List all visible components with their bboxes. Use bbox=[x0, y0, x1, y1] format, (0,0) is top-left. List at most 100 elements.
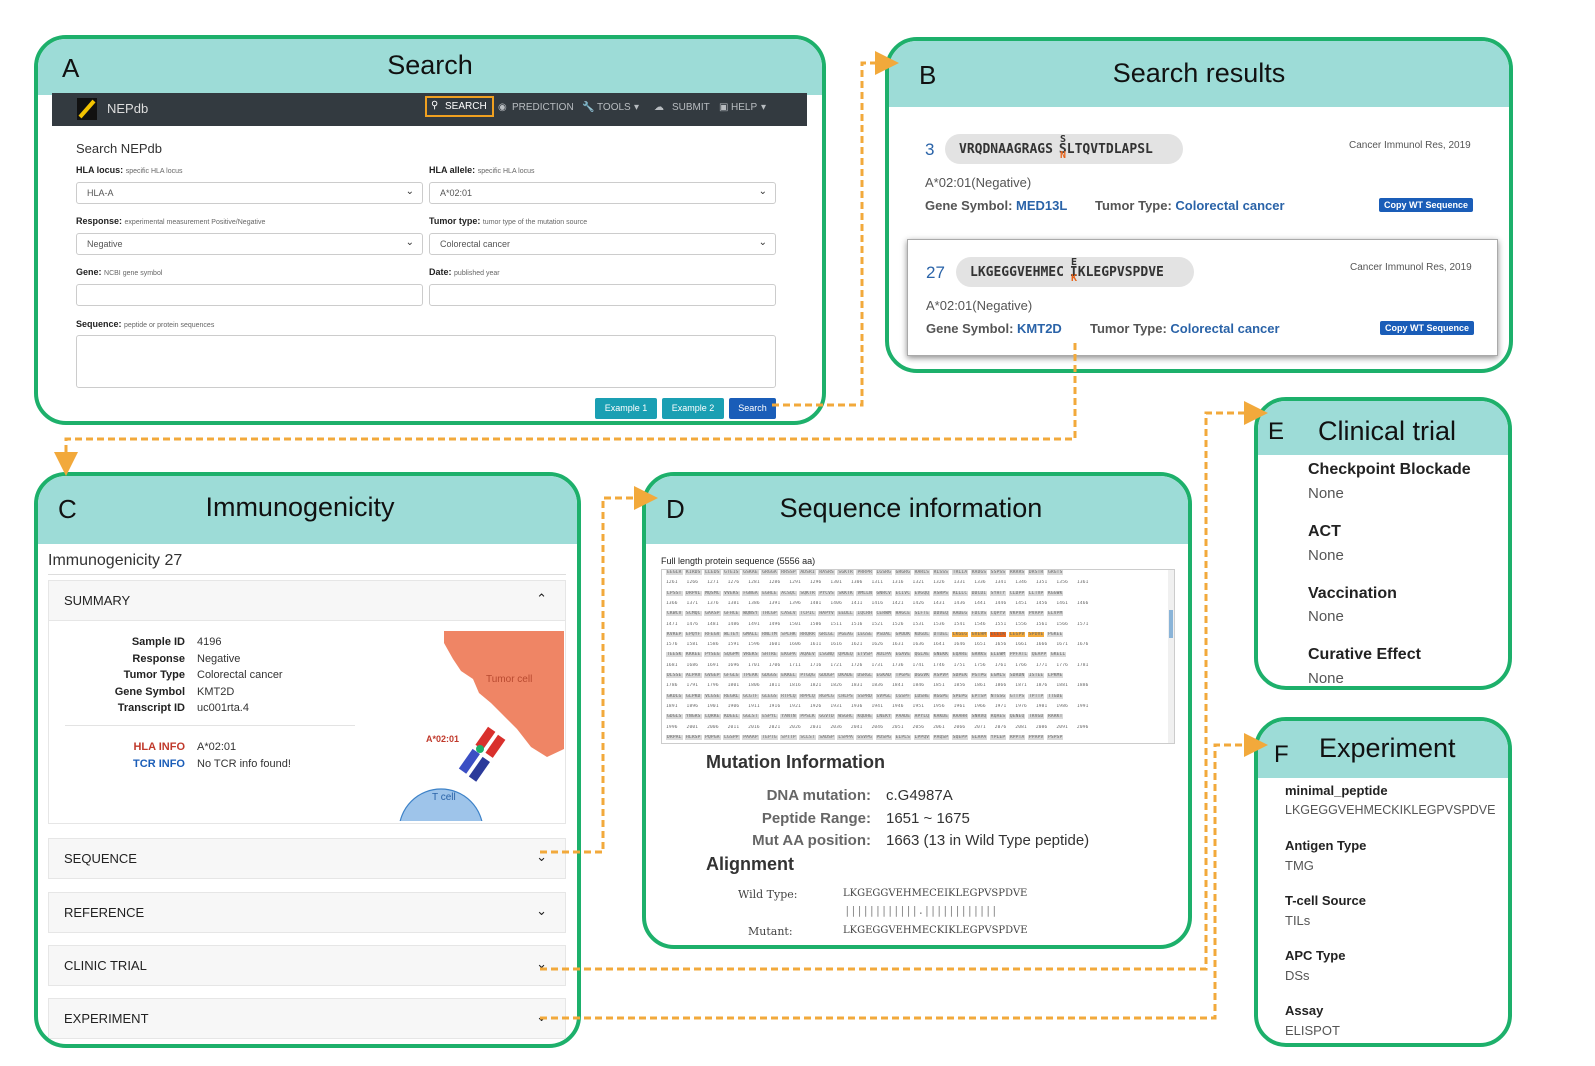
sequence-block: TTGDE bbox=[1046, 693, 1064, 699]
sequence-block: VMLLN bbox=[856, 590, 874, 596]
sequence-block: GNEKK bbox=[932, 652, 950, 658]
panel-letter: F bbox=[1274, 741, 1289, 768]
gene-input[interactable] bbox=[76, 284, 423, 306]
sequence-block: ELPLS bbox=[894, 734, 912, 740]
sequence-block: FDCVS bbox=[970, 611, 988, 617]
gene-symbol-key: Gene Symbol bbox=[114, 686, 185, 698]
sequence-block: CGSPF bbox=[894, 693, 912, 699]
sequence-block: AADEG bbox=[951, 611, 969, 617]
tumor-link[interactable]: Colorectal cancer bbox=[1170, 321, 1279, 336]
nav-search[interactable]: ⚲ SEARCH bbox=[425, 96, 494, 117]
sequence-block: RPPLQ bbox=[799, 693, 816, 699]
sequence-block: LPSST bbox=[666, 590, 683, 596]
nav-tools[interactable]: TOOLS bbox=[597, 102, 631, 113]
hla-locus-select[interactable]: HLA-A ⌄ bbox=[76, 182, 423, 204]
experiment-header[interactable]: EXPERIMENT ⌄ bbox=[48, 998, 566, 1039]
tumor-type-select[interactable]: Colorectal cancer ⌄ bbox=[429, 233, 776, 255]
sequence-block: ECEIK bbox=[989, 631, 1007, 637]
sequence-block: SLFTE bbox=[913, 611, 931, 617]
nav-prediction[interactable]: PREDICTION bbox=[512, 102, 574, 113]
navbar: NEPdb ⚲ SEARCH ◉ PREDICTION 🔧 TOOLS ▾ ☁ … bbox=[52, 93, 807, 126]
sequence-block: LLEDS bbox=[704, 570, 721, 575]
mut-aa-position-value: 1663 (13 in Wild Type peptide) bbox=[886, 832, 1090, 849]
search-button[interactable]: Search bbox=[729, 398, 776, 419]
sequence-block: ACSQC bbox=[780, 590, 797, 596]
sequence-viewer[interactable]: EEGLR KIRDS LLEDS GTEIS GSKAE GRGGA RRSSP ADSRI… bbox=[661, 569, 1175, 744]
sequence-block: RPPTA bbox=[1008, 734, 1026, 740]
reference-header[interactable]: REFERENCE ⌄ bbox=[48, 892, 566, 933]
sequence-block: DRPVL bbox=[685, 590, 702, 596]
nav-submit[interactable]: SUBMIT bbox=[672, 102, 710, 113]
brand-name[interactable]: NEPdb bbox=[107, 101, 148, 116]
scrollbar[interactable] bbox=[1168, 570, 1174, 743]
sequence-block: SCLST bbox=[799, 734, 816, 740]
date-input[interactable] bbox=[429, 284, 776, 306]
sequence-block: ADLPA bbox=[875, 652, 893, 658]
chevron-down-icon: ⌄ bbox=[405, 186, 414, 197]
sequence-block: PQPGA bbox=[704, 734, 721, 740]
copy-wt-sequence-button[interactable]: Copy WT Sequence bbox=[1380, 321, 1475, 335]
sequence-block: TPGPE bbox=[894, 673, 912, 678]
chevron-down-icon: ⌄ bbox=[758, 237, 767, 248]
result-card[interactable]: 27 LKGEGGVEHMEC E K IKLEGPVSPDVE Cancer Imm… bbox=[907, 239, 1498, 356]
sequence-block: CERWM bbox=[875, 611, 893, 617]
sequence-block: PYSEG bbox=[704, 652, 721, 658]
sequence-block: LSGNQ bbox=[818, 652, 835, 658]
logo-icon[interactable] bbox=[77, 98, 97, 120]
select-value: Colorectal cancer bbox=[440, 239, 511, 249]
sequence-block: RTPLQ bbox=[780, 693, 797, 699]
tumor-type-label: Tumor type: tumor type of the mutation s… bbox=[429, 216, 587, 226]
result-number[interactable]: 3 bbox=[925, 140, 934, 160]
gene-label: Gene Symbol: bbox=[925, 198, 1013, 213]
clinic-trial-header[interactable]: CLINIC TRIAL ⌄ bbox=[48, 945, 566, 986]
sequence-label: Sequence: peptide or protein sequences bbox=[76, 319, 214, 329]
tumor-link[interactable]: Colorectal cancer bbox=[1175, 198, 1284, 213]
sequence-title: Full length protein sequence (5556 aa) bbox=[661, 556, 816, 566]
sample-id-key: Sample ID bbox=[131, 636, 185, 648]
scrollbar-thumb[interactable] bbox=[1169, 610, 1173, 638]
select-value: Negative bbox=[87, 239, 123, 249]
sequence-block: GPDDK bbox=[894, 631, 912, 637]
example-2-button[interactable]: Example 2 bbox=[662, 398, 724, 419]
label-text: Sequence: bbox=[76, 319, 122, 329]
sequence-block: GKDLG bbox=[666, 693, 683, 699]
response-label: Response: experimental measurement Posit… bbox=[76, 216, 265, 226]
date-label: Date: published year bbox=[429, 267, 500, 277]
gene-link[interactable]: KMT2D bbox=[1017, 321, 1062, 336]
sequence-block: EGAVE bbox=[894, 652, 912, 658]
example-1-button[interactable]: Example 1 bbox=[595, 398, 657, 419]
act-value: None bbox=[1308, 547, 1344, 564]
sequence-block: SDRDN bbox=[1008, 673, 1026, 678]
sequence-block: PSPSP bbox=[1046, 734, 1064, 740]
sequence-textarea[interactable] bbox=[76, 335, 776, 388]
divider bbox=[65, 725, 355, 726]
sequence-block: GSKAE bbox=[742, 570, 759, 575]
sequence-block: GSVPG bbox=[856, 734, 874, 740]
nav-help[interactable]: HELP bbox=[731, 102, 757, 113]
sequence-block: DDVEQ bbox=[932, 611, 950, 617]
response-select[interactable]: Negative ⌄ bbox=[76, 233, 423, 255]
result-card[interactable]: 3 VRQDNAAGRAGS S N SLTQVTDLAPSL Cancer Immu… bbox=[907, 117, 1498, 227]
sequence-block: TRLIA bbox=[951, 570, 969, 575]
copy-wt-sequence-button[interactable]: Copy WT Sequence bbox=[1379, 198, 1474, 212]
sequence-block: CHLPS bbox=[837, 693, 854, 699]
sequence-block: LSPPA bbox=[837, 734, 854, 740]
result-number[interactable]: 27 bbox=[926, 263, 945, 283]
sequence-block: NTGSG bbox=[989, 693, 1007, 699]
sequence-header[interactable]: SEQUENCE ⌄ bbox=[48, 838, 566, 879]
panel-title: Immunogenicity bbox=[205, 492, 395, 522]
gene-link[interactable]: MED13L bbox=[1016, 198, 1067, 213]
sequence-block: REGRL bbox=[723, 693, 740, 699]
summary-header[interactable]: SUMMARY ⌃ bbox=[48, 580, 566, 621]
sequence-block: PTGQG bbox=[799, 673, 816, 678]
hla-allele-select[interactable]: A*02:01 ⌄ bbox=[429, 182, 776, 204]
tumor-label: Tumor Type: bbox=[1095, 198, 1172, 213]
sequence-block: GRLGL bbox=[818, 631, 835, 637]
sequence-block: GDGGS bbox=[761, 673, 778, 678]
sequence-block: EVGQQ bbox=[913, 590, 931, 596]
sequence-block: RADGS bbox=[970, 570, 988, 575]
sequence-block: GKELL bbox=[1049, 652, 1067, 658]
curative-effect-key: Curative Effect bbox=[1308, 646, 1421, 663]
sequence-block: GGLST bbox=[742, 714, 759, 720]
sequence-block: GTEIS bbox=[723, 570, 740, 575]
